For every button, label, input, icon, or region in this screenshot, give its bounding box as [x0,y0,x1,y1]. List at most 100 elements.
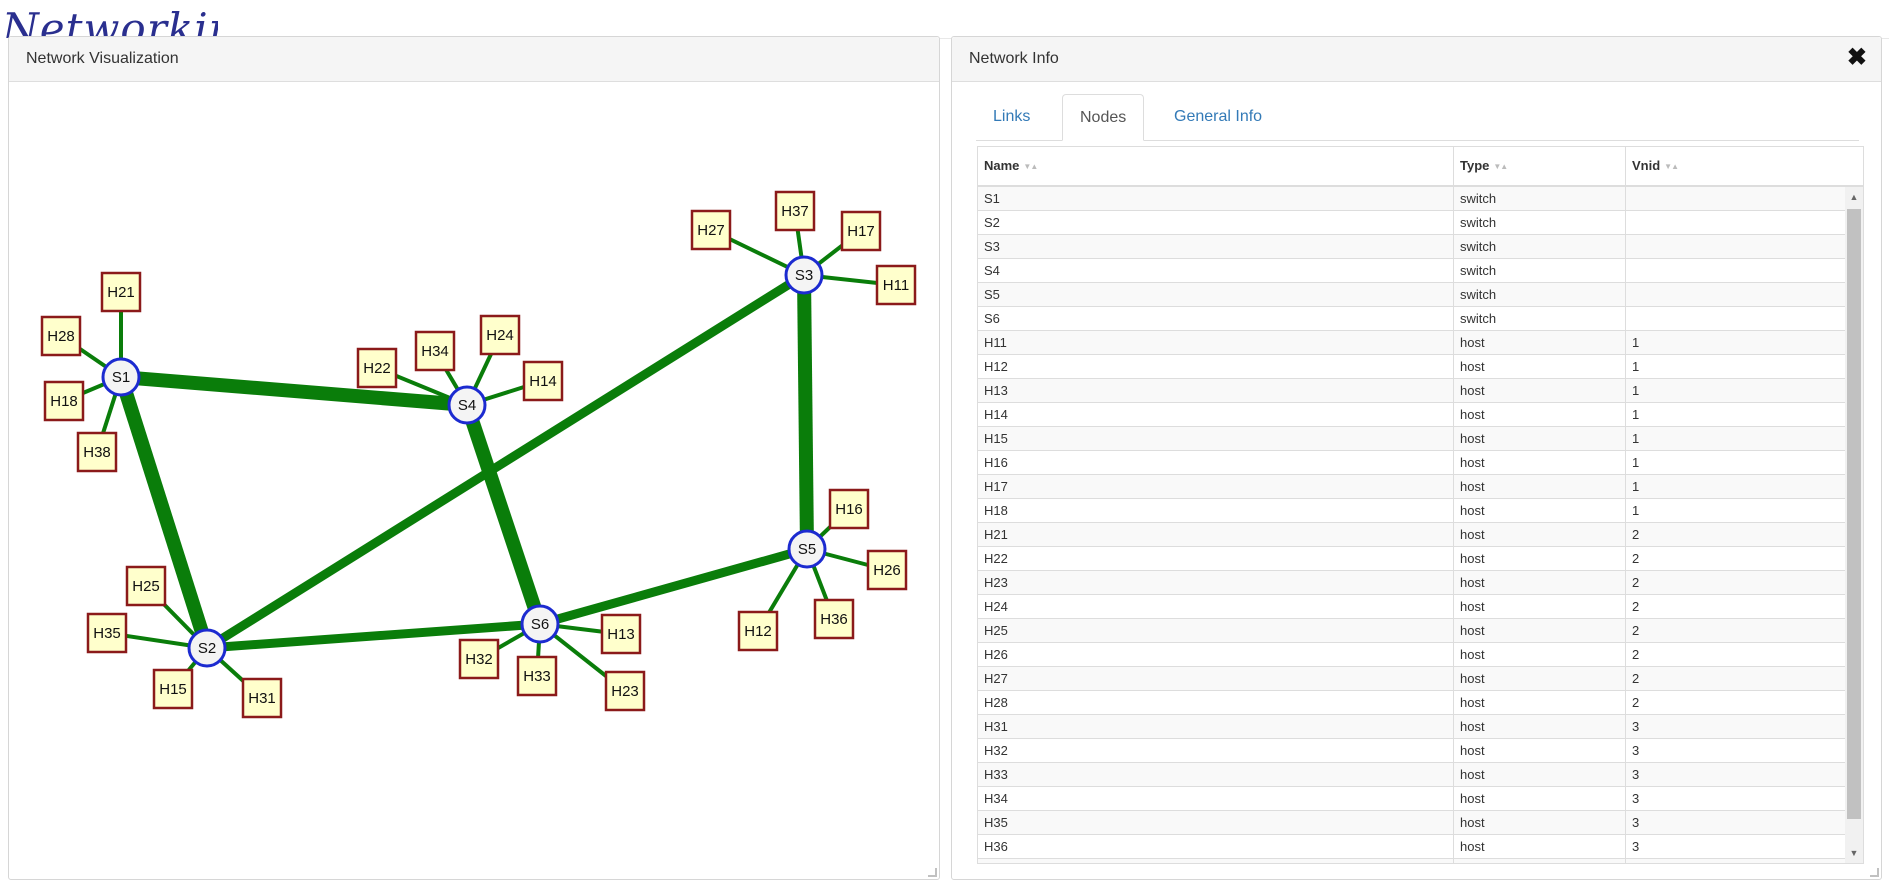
host-node[interactable]: H17 [840,210,882,252]
table-row[interactable]: H25 host 2 [978,619,1845,643]
table-row[interactable]: H27 host 2 [978,667,1845,691]
host-node[interactable]: H11 [875,264,917,306]
scrollbar-thumb[interactable] [1847,209,1861,819]
table-row[interactable]: S1 switch [978,187,1845,211]
switch-node[interactable]: S2 [187,628,227,668]
host-node[interactable]: H26 [866,549,908,591]
table-row[interactable]: H35 host 3 [978,811,1845,835]
table-row[interactable]: H31 host 3 [978,715,1845,739]
table-row[interactable]: H34 host 3 [978,787,1845,811]
table-row[interactable]: H15 host 1 [978,427,1845,451]
network-graph[interactable]: H11 H12 H13 H14 H15 H16 H17 H18 H21 H22 H23 H24 H25 H… [9,83,939,879]
cell-vnid: 2 [1626,547,1845,570]
tab-links[interactable]: Links [976,94,1047,140]
table-row[interactable]: H24 host 2 [978,595,1845,619]
table-row[interactable]: H37host3 [978,859,1845,863]
table-row[interactable]: H26 host 2 [978,643,1845,667]
switch-link[interactable] [797,274,814,550]
cell-vnid: 3 [1626,763,1845,786]
column-header-name[interactable]: Name ▼▲ [978,147,1454,185]
table-row[interactable]: H18 host 1 [978,499,1845,523]
host-node[interactable]: H36 [813,598,855,640]
host-node[interactable]: H18 [43,380,85,422]
table-row[interactable]: H22 host 2 [978,547,1845,571]
resize-handle[interactable] [928,868,937,877]
table-row[interactable]: H23 host 2 [978,571,1845,595]
table-row[interactable]: H17 host 1 [978,475,1845,499]
host-node[interactable]: H23 [604,670,646,712]
resize-handle[interactable] [1870,868,1879,877]
cell-type: switch [1454,307,1626,330]
cell-type: host [1454,475,1626,498]
table-row[interactable]: S4 switch [978,259,1845,283]
table-row[interactable]: H13 host 1 [978,379,1845,403]
host-node[interactable]: H24 [479,314,521,356]
cell-type: switch [1454,211,1626,234]
host-node[interactable]: H37 [774,190,816,232]
switch-node[interactable]: S3 [784,255,824,295]
cell-name: H18 [978,499,1454,522]
host-node-label: H37 [781,203,809,220]
cell-type: host [1454,739,1626,762]
host-node[interactable]: H35 [86,612,128,654]
column-header-type[interactable]: Type ▼▲ [1454,147,1626,185]
switch-link[interactable] [460,402,547,627]
cell-type: host [1454,715,1626,738]
close-icon[interactable]: ✖ [1847,43,1867,72]
host-node[interactable]: H21 [100,271,142,313]
cell-type: host [1454,667,1626,690]
table-row[interactable]: S5 switch [978,283,1845,307]
nodes-table: Name ▼▲ Type ▼▲ Vnid ▼▲ S1 switch S2 switch S3 s… [977,146,1864,864]
table-row[interactable]: S2 switch [978,211,1845,235]
switch-link[interactable] [114,374,214,651]
switch-node[interactable]: S5 [787,529,827,569]
table-scrollbar[interactable]: ▲ ▼ [1845,187,1863,863]
table-row[interactable]: H28 host 2 [978,691,1845,715]
scroll-up-icon[interactable]: ▲ [1845,189,1863,205]
scroll-down-icon[interactable]: ▼ [1845,845,1863,861]
table-row[interactable]: H21 host 2 [978,523,1845,547]
host-node[interactable]: H12 [737,610,779,652]
table-row[interactable]: S6 switch [978,307,1845,331]
table-header: Name ▼▲ Type ▼▲ Vnid ▼▲ [978,147,1863,187]
host-node[interactable]: H13 [600,613,642,655]
host-node[interactable]: H28 [40,315,82,357]
host-node[interactable]: H25 [125,565,167,607]
host-node[interactable]: H16 [828,488,870,530]
host-node[interactable]: H27 [690,209,732,251]
cell-type: host [1454,331,1626,354]
host-node[interactable]: H32 [458,638,500,680]
switch-node[interactable]: S6 [520,604,560,644]
table-row[interactable]: H32 host 3 [978,739,1845,763]
table-row[interactable]: H11 host 1 [978,331,1845,355]
tab-nodes[interactable]: Nodes [1062,94,1145,141]
cell-name: S6 [978,307,1454,330]
switch-link[interactable] [120,370,468,412]
cell-type: host [1454,523,1626,546]
cell-vnid: 1 [1626,331,1845,354]
cell-name: H12 [978,355,1454,378]
table-row[interactable]: H36 host 3 [978,835,1845,859]
host-node[interactable]: H34 [414,330,456,372]
switch-node[interactable]: S1 [101,357,141,397]
table-row[interactable]: H33 host 3 [978,763,1845,787]
tab-general-info[interactable]: General Info [1157,94,1279,140]
host-node[interactable]: H31 [241,677,283,719]
host-node[interactable]: H15 [152,668,194,710]
host-node[interactable]: H14 [522,360,564,402]
host-node[interactable]: H33 [516,655,558,697]
sort-icon: ▼▲ [1023,161,1038,171]
table-row[interactable]: S3 switch [978,235,1845,259]
cell-name: H31 [978,715,1454,738]
cell-type: host [1454,835,1626,858]
host-node[interactable]: H22 [356,347,398,389]
cell-type: host [1454,859,1626,863]
host-node[interactable]: H38 [76,431,118,473]
switch-node[interactable]: S4 [447,385,487,425]
network-visualization-panel: Network Visualization H11 H12 H13 H14 H15 H16… [8,36,940,880]
table-row[interactable]: H12 host 1 [978,355,1845,379]
cell-name: H26 [978,643,1454,666]
table-row[interactable]: H16 host 1 [978,451,1845,475]
column-header-vnid[interactable]: Vnid ▼▲ [1626,147,1863,185]
table-row[interactable]: H14 host 1 [978,403,1845,427]
